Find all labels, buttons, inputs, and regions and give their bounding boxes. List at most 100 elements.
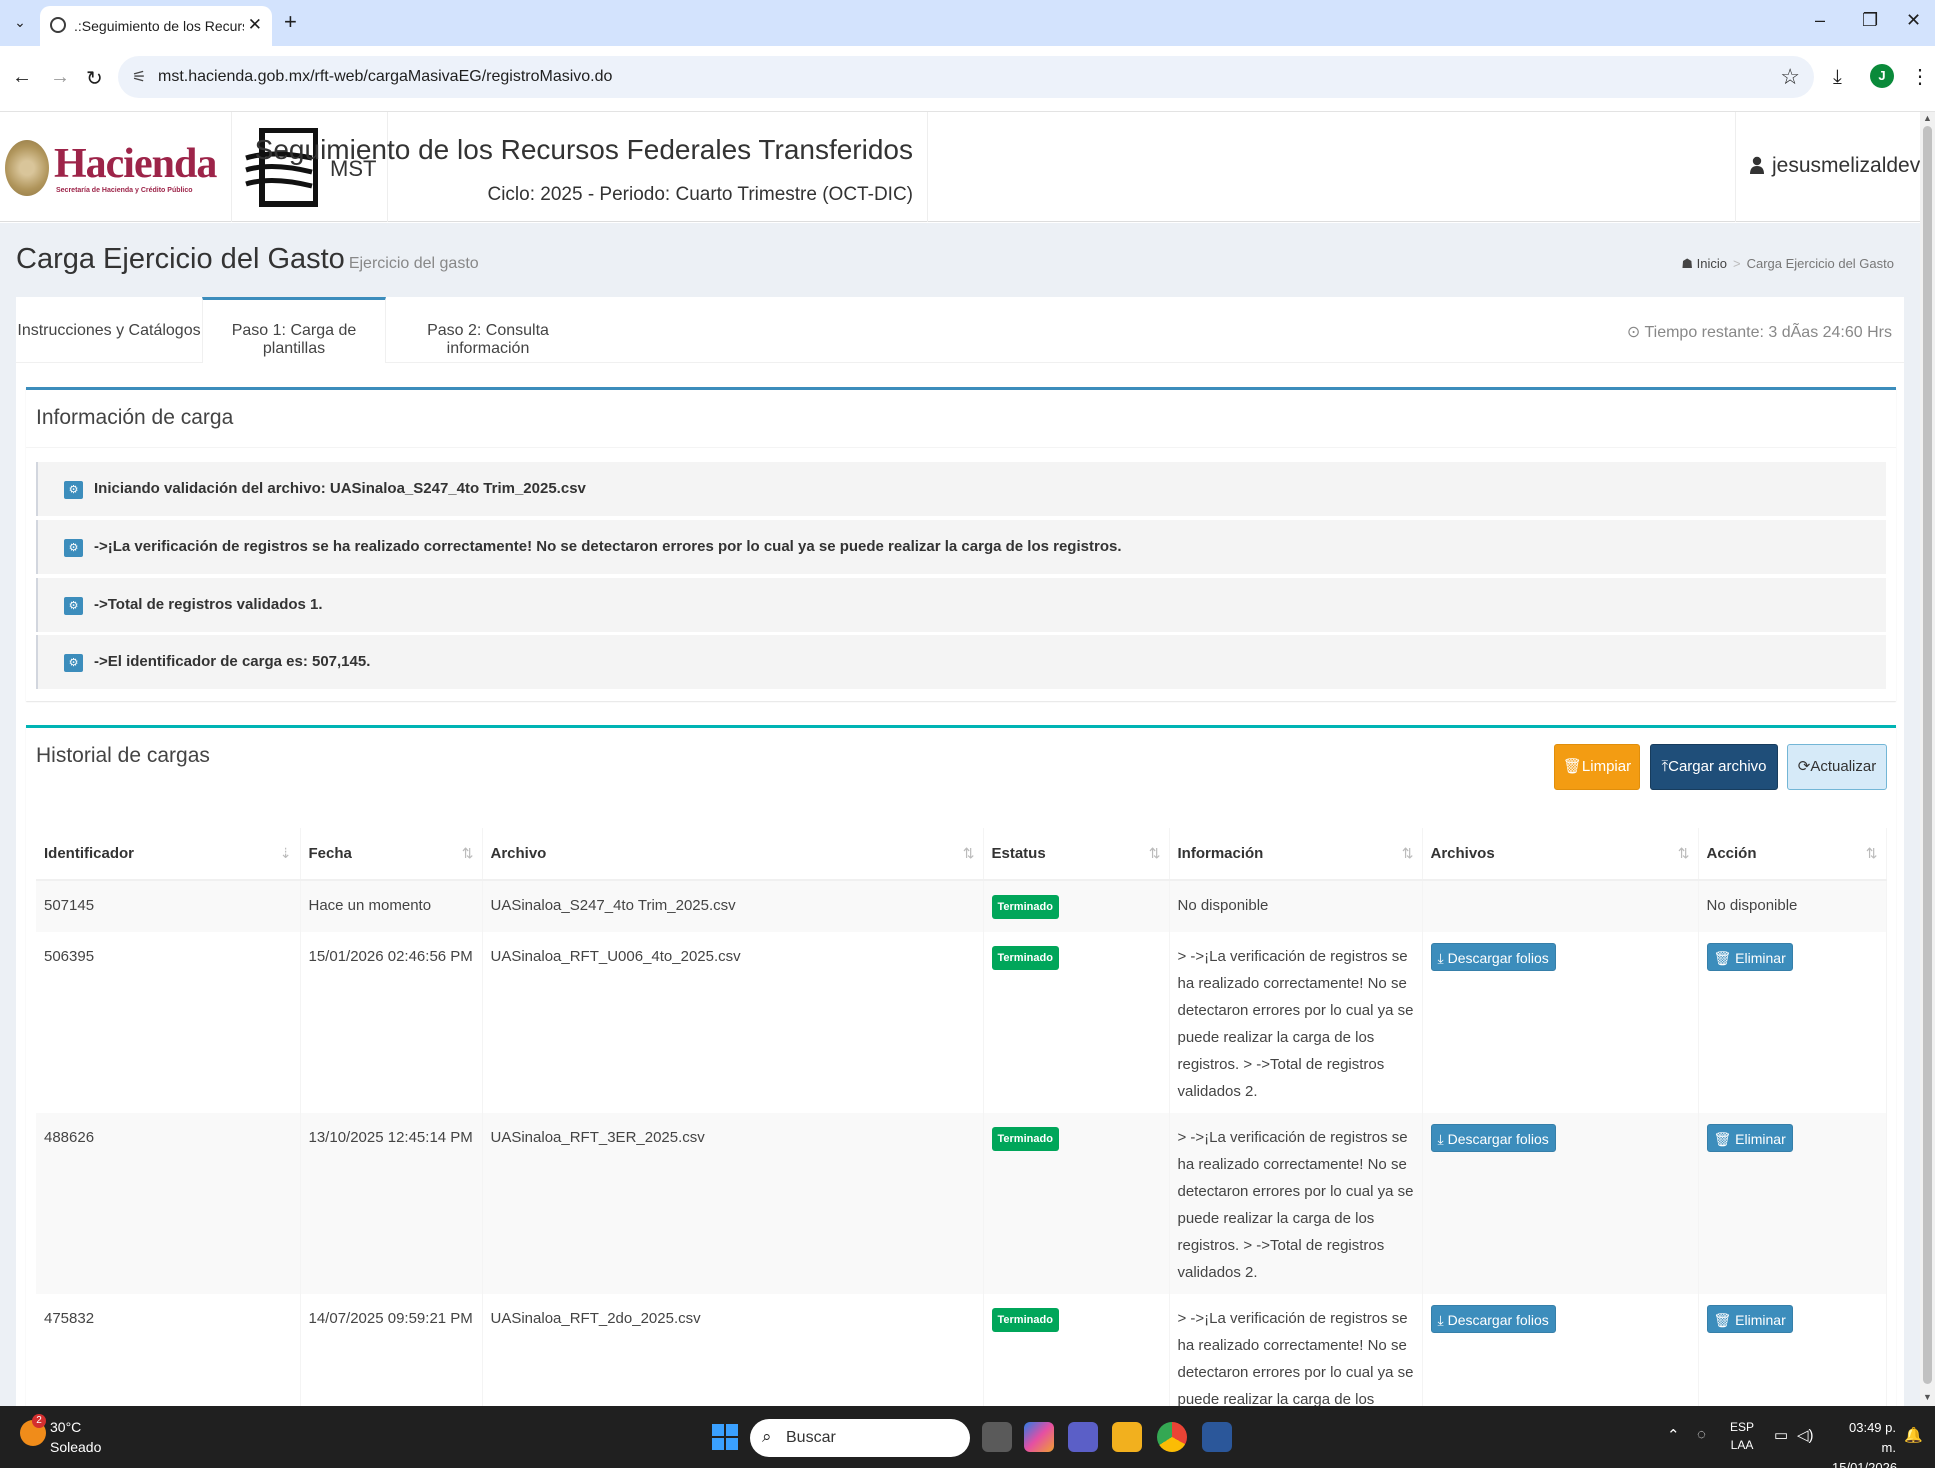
- scrollbar-thumb[interactable]: [1923, 126, 1932, 1384]
- system-title: Seguimiento de los Recursos Federales Tr…: [254, 134, 913, 165]
- log-item: ⚙ ->Total de registros validados 1.: [36, 578, 1886, 632]
- tab-paso-1[interactable]: Paso 1: Carga de plantillas: [202, 297, 386, 363]
- upload-history-title: Historial de cargas: [36, 744, 210, 767]
- url-text[interactable]: mst.hacienda.gob.mx/rft-web/cargaMasivaE…: [158, 68, 612, 86]
- sort-desc-icon: ⇣: [279, 845, 292, 861]
- site-settings-icon[interactable]: ⚟: [132, 67, 146, 87]
- lang-layout: LAA: [1730, 1438, 1754, 1452]
- chrome-icon[interactable]: [1157, 1422, 1187, 1452]
- column-header-estatus[interactable]: Estatus ⇅: [983, 828, 1170, 881]
- clock-icon: ⊙: [1626, 324, 1641, 341]
- download-folios-label: Descargar folios: [1447, 1312, 1549, 1328]
- sort-icon: ⇅: [1865, 845, 1878, 861]
- back-arrow-icon[interactable]: ←: [12, 66, 32, 89]
- sort-icon: ⇅: [962, 845, 975, 861]
- address-bar[interactable]: ⚟ mst.hacienda.gob.mx/rft-web/cargaMasiv…: [118, 56, 1814, 98]
- notifications-icon[interactable]: 🔔: [1904, 1426, 1923, 1444]
- download-folios-button[interactable]: ⤓ Descargar folios: [1430, 1305, 1556, 1333]
- cycle-period: Ciclo: 2025 - Periodo: Cuarto Trimestre …: [487, 184, 913, 205]
- breadcrumb-current: Carga Ejercicio del Gasto: [1746, 256, 1894, 271]
- delete-button[interactable]: 🗑 Eliminar: [1706, 1305, 1793, 1333]
- column-header-label: Fecha: [308, 845, 352, 862]
- column-header-accion[interactable]: Acción ⇅: [1698, 828, 1887, 881]
- tray-overflow-icon[interactable]: ⌃: [1667, 1426, 1680, 1444]
- scroll-down-icon[interactable]: ▼: [1923, 1392, 1932, 1402]
- copilot-icon[interactable]: [1024, 1422, 1054, 1452]
- reload-icon[interactable]: ↻: [86, 66, 103, 91]
- page-title-text: Carga Ejercicio del Gasto: [16, 243, 345, 275]
- tab-title: .:Seguimiento de los Recursos F: [74, 18, 244, 34]
- browser-toolbar: ← → ↻ ⚟ mst.hacienda.gob.mx/rft-web/carg…: [0, 46, 1935, 112]
- user-menu[interactable]: jesusmelizaldev: [1735, 112, 1920, 222]
- delete-button[interactable]: 🗑 Eliminar: [1706, 943, 1793, 971]
- minimize-icon[interactable]: –: [1815, 10, 1825, 31]
- column-header-fecha[interactable]: Fecha ⇅: [300, 828, 483, 881]
- download-icon: ⤓: [1437, 1131, 1448, 1147]
- refresh-button[interactable]: ⟳Actualizar: [1787, 744, 1887, 790]
- tab-search-chevron-icon[interactable]: ⌄: [8, 10, 32, 34]
- column-header-label: Archivo: [490, 845, 547, 862]
- sort-icon: ⇅: [1148, 845, 1161, 861]
- restore-icon[interactable]: ❐: [1862, 10, 1878, 31]
- breadcrumb-separator: >: [1733, 256, 1741, 271]
- new-tab-button[interactable]: +: [284, 9, 297, 35]
- username: jesusmelizaldev: [1772, 154, 1921, 177]
- input-language[interactable]: ESP LAA: [1730, 1418, 1754, 1454]
- download-folios-button[interactable]: ⤓ Descargar folios: [1430, 1124, 1556, 1152]
- taskbar-search-placeholder: Buscar: [786, 1429, 836, 1446]
- browser-menu-icon[interactable]: ⋮: [1910, 64, 1930, 89]
- cell-date: Hace un momento: [300, 880, 483, 932]
- cell-date: 13/10/2025 12:45:14 PM: [300, 1113, 483, 1294]
- windows-start-icon[interactable]: [712, 1424, 738, 1450]
- column-header-label: Acción: [1706, 845, 1757, 862]
- taskbar-search[interactable]: ⌕ Buscar: [750, 1419, 970, 1457]
- download-folios-button[interactable]: ⤓ Descargar folios: [1430, 943, 1556, 971]
- profile-avatar[interactable]: J: [1870, 64, 1894, 88]
- refresh-icon: ⟳: [1797, 758, 1811, 775]
- cell-action: 🗑 Eliminar: [1698, 932, 1887, 1113]
- column-header-identificador[interactable]: Identificador ⇣: [36, 828, 301, 881]
- cell-file: UASinaloa_RFT_3ER_2025.csv: [482, 1113, 984, 1294]
- table-row: 488626 13/10/2025 12:45:14 PM UASinaloa_…: [36, 1113, 1887, 1294]
- column-header-archivo[interactable]: Archivo ⇅: [482, 828, 984, 881]
- network-icon[interactable]: ◌: [1697, 1426, 1706, 1443]
- bookmark-star-icon[interactable]: ☆: [1780, 64, 1800, 90]
- word-icon[interactable]: [1202, 1422, 1232, 1452]
- display-icon[interactable]: ▭: [1774, 1426, 1788, 1444]
- forward-arrow-icon[interactable]: →: [50, 66, 70, 89]
- delete-label: Eliminar: [1735, 950, 1786, 966]
- upload-file-button[interactable]: ⤒Cargar archivo: [1650, 744, 1778, 790]
- tab-paso-2[interactable]: Paso 2: Consulta información: [386, 297, 590, 363]
- upload-info-title: Información de carga: [36, 406, 234, 429]
- teams-icon[interactable]: [1068, 1422, 1098, 1452]
- taskbar-clock[interactable]: 03:49 p. m. 15/01/2026: [1832, 1418, 1897, 1468]
- tab-instrucciones[interactable]: Instrucciones y Catálogos: [16, 297, 202, 363]
- system-title-block: Seguimiento de los Recursos Federales Tr…: [255, 112, 928, 222]
- logo-word: Hacienda: [54, 141, 217, 187]
- gear-icon: ⚙: [64, 539, 83, 557]
- cell-action: 🗑 Eliminar: [1698, 1294, 1887, 1406]
- hacienda-logo[interactable]: Hacienda Secretaría de Hacienda y Crédit…: [0, 112, 232, 222]
- log-message: ->Total de registros validados 1.: [94, 596, 323, 613]
- weather-temperature[interactable]: 30°C: [50, 1419, 81, 1435]
- volume-icon[interactable]: ◁): [1797, 1426, 1814, 1444]
- close-window-icon[interactable]: ✕: [1906, 10, 1921, 31]
- column-header-archivos[interactable]: Archivos ⇅: [1422, 828, 1699, 881]
- page-scrollbar[interactable]: ▲ ▼: [1920, 112, 1935, 1406]
- download-folios-label: Descargar folios: [1447, 950, 1549, 966]
- clear-button[interactable]: 🗑Limpiar: [1554, 744, 1640, 790]
- browser-tab[interactable]: .:Seguimiento de los Recursos F ✕: [40, 6, 272, 46]
- task-view-icon[interactable]: [982, 1422, 1012, 1452]
- download-icon[interactable]: ⤓: [1833, 66, 1842, 89]
- scroll-up-icon[interactable]: ▲: [1923, 113, 1932, 123]
- breadcrumb-home[interactable]: Inicio: [1697, 256, 1727, 271]
- browser-tab-strip: ⌄ .:Seguimiento de los Recursos F ✕ + – …: [0, 0, 1935, 46]
- cell-files: [1422, 880, 1699, 932]
- weather-description[interactable]: Soleado: [50, 1439, 101, 1455]
- file-explorer-icon[interactable]: [1112, 1422, 1142, 1452]
- tab-close-icon[interactable]: ✕: [248, 15, 262, 35]
- column-header-informacion[interactable]: Información ⇅: [1169, 828, 1423, 881]
- cell-id: 488626: [36, 1113, 301, 1294]
- delete-button[interactable]: 🗑 Eliminar: [1706, 1124, 1793, 1152]
- cell-files: ⤓ Descargar folios: [1422, 932, 1699, 1113]
